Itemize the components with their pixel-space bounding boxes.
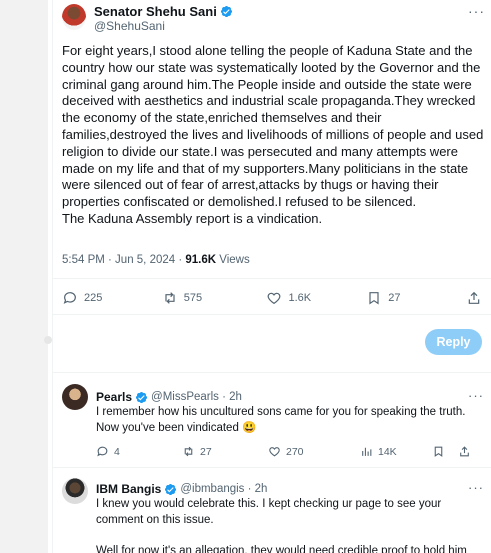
- bookmark-icon: [434, 446, 443, 457]
- views-count: 91.6K: [185, 254, 217, 266]
- repost-icon: [165, 292, 175, 304]
- reply-handle: @MissPearls · 2h: [151, 391, 242, 403]
- left-panel-backdrop: [0, 0, 48, 553]
- share-icon: [460, 446, 469, 457]
- repost-icon: [184, 446, 193, 457]
- bookmark-action[interactable]: 27: [366, 290, 466, 306]
- divider: [52, 314, 491, 315]
- reply-text: I knew you would celebrate this. I kept …: [96, 498, 467, 553]
- repost-action[interactable]: 575: [162, 290, 267, 306]
- reply-author[interactable]: IBM Bangis @ibmbangis · 2h: [96, 482, 267, 496]
- reply-count: 4: [114, 445, 120, 458]
- reply-avatar[interactable]: [62, 478, 88, 504]
- share-action[interactable]: [458, 445, 471, 458]
- column-divider: [52, 0, 53, 553]
- views-label: Views: [216, 254, 250, 266]
- heart-icon: [268, 292, 281, 305]
- bookmark-action[interactable]: [432, 445, 458, 458]
- tweet-timestamp[interactable]: 5:54 PM · Jun 5, 2024 ·: [62, 254, 185, 266]
- more-options-icon[interactable]: ···: [468, 3, 485, 19]
- repost-count: 27: [200, 445, 212, 458]
- tweet-actions: 225 575 1.6K 27: [62, 290, 482, 306]
- analytics-icon: [362, 447, 372, 456]
- author-name[interactable]: Senator Shehu Sani: [94, 4, 233, 19]
- reply-text: I remember how his uncultured sons came …: [96, 406, 466, 434]
- reply-actions: 4 27 270 14K: [96, 445, 481, 458]
- more-options-icon[interactable]: ···: [468, 388, 484, 403]
- panel-edge-dot: [44, 336, 52, 344]
- heart-icon: [269, 447, 280, 457]
- author-name-text: Senator Shehu Sani: [94, 4, 217, 19]
- reply-count: 225: [84, 292, 103, 304]
- reply-avatar[interactable]: [62, 384, 88, 410]
- reply-icon: [63, 292, 76, 304]
- tweet-text: For eight years,I stood alone telling th…: [62, 43, 484, 226]
- verified-badge-icon: [165, 483, 177, 495]
- views-count: 14K: [378, 445, 397, 458]
- reply-action[interactable]: 4: [96, 445, 182, 458]
- bookmark-icon: [369, 292, 379, 305]
- divider: [52, 278, 491, 279]
- share-action[interactable]: [466, 290, 482, 306]
- tweet-meta: 5:54 PM · Jun 5, 2024 · 91.6K Views: [62, 254, 250, 266]
- like-count: 270: [286, 445, 304, 458]
- divider: [52, 467, 491, 468]
- repost-count: 575: [183, 292, 203, 304]
- verified-badge-icon: [220, 5, 232, 18]
- like-action[interactable]: 1.6K: [266, 290, 366, 306]
- reply-author-name: IBM Bangis: [96, 482, 162, 496]
- reply-author[interactable]: Pearls @MissPearls · 2h: [96, 390, 242, 404]
- author-avatar[interactable]: [62, 4, 86, 30]
- repost-action[interactable]: 27: [182, 445, 268, 458]
- share-icon: [468, 291, 480, 304]
- reply-handle: @ibmbangis · 2h: [180, 483, 268, 495]
- like-action[interactable]: 270: [268, 445, 360, 458]
- views-action[interactable]: 14K: [360, 445, 432, 458]
- reply-action[interactable]: 225: [62, 290, 162, 306]
- verified-badge-icon: [135, 391, 148, 403]
- reply-author-name: Pearls: [96, 390, 133, 404]
- like-count: 1.6K: [288, 292, 312, 304]
- more-options-icon[interactable]: ···: [468, 480, 484, 495]
- bookmark-count: 27: [388, 292, 401, 304]
- divider: [52, 372, 491, 373]
- reply-button[interactable]: Reply: [425, 329, 482, 355]
- author-handle[interactable]: @ShehuSani: [94, 19, 165, 33]
- reply-icon: [97, 446, 108, 457]
